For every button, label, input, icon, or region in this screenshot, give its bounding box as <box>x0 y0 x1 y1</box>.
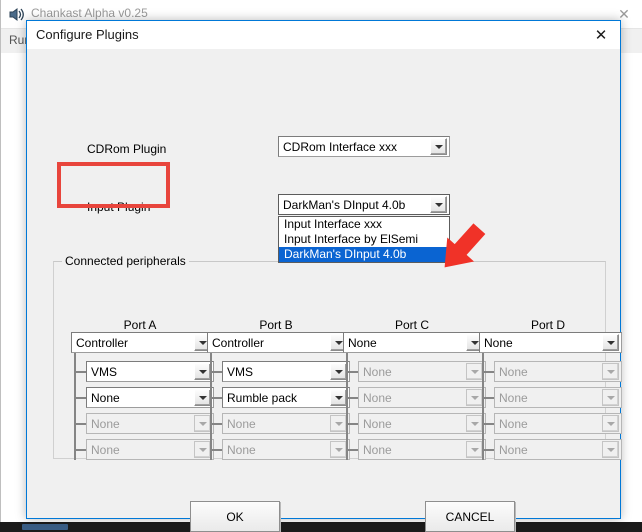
port-c-device-combo[interactable]: None <box>343 332 486 353</box>
chevron-down-icon[interactable] <box>194 389 211 406</box>
port-d-device-combo[interactable]: None <box>479 332 622 353</box>
chevron-down-icon[interactable] <box>430 138 447 155</box>
background-window-title: Chankast Alpha v0.25 <box>31 6 148 20</box>
port-d-slot-1-value: None <box>499 364 528 379</box>
chevron-down-icon[interactable] <box>602 334 619 351</box>
port-b-device-value: Controller <box>212 335 265 350</box>
port-c-slot-4-combo: None <box>358 439 486 460</box>
port-d-device-value: None <box>484 335 513 350</box>
port-a-slot-3-value: None <box>91 416 120 431</box>
port-b-slot-4-value: None <box>227 442 256 457</box>
chevron-down-icon <box>194 415 211 432</box>
port-d-slot-3-combo: None <box>494 413 622 434</box>
chevron-down-icon <box>330 441 347 458</box>
dialog-body: CDRom Plugin CDRom Interface xxx Input P… <box>27 50 622 532</box>
port-b-slot-2-combo[interactable]: Rumble pack <box>222 387 350 408</box>
taskbar-item[interactable] <box>22 524 68 530</box>
port-c-slot-3-combo: None <box>358 413 486 434</box>
connected-peripherals-legend: Connected peripherals <box>62 254 189 268</box>
chevron-down-icon <box>602 415 619 432</box>
port-a-slot-4-value: None <box>91 442 120 457</box>
port-d-label: Port D <box>530 318 565 332</box>
cdrom-plugin-combo[interactable]: CDRom Interface xxx <box>278 136 450 157</box>
chevron-down-icon <box>330 415 347 432</box>
input-plugin-value: DarkMan's DInput 4.0b <box>283 197 406 212</box>
port-c-label: Port C <box>394 318 429 332</box>
port-c-tree-trunk <box>346 353 348 460</box>
port-b-tree-trunk <box>210 353 212 460</box>
screenshot-root: Chankast Alpha v0.25 ✕ Run Configure Plu… <box>0 0 642 532</box>
port-a-slot-4-combo: None <box>86 439 214 460</box>
chevron-down-icon[interactable] <box>194 363 211 380</box>
port-b-slot-1-value: VMS <box>227 364 254 379</box>
dialog-title: Configure Plugins <box>36 27 139 42</box>
chevron-down-icon[interactable] <box>330 389 347 406</box>
port-d-slot-4-combo: None <box>494 439 622 460</box>
port-b-slot-3-value: None <box>227 416 256 431</box>
port-d-slot-2-combo: None <box>494 387 622 408</box>
cdrom-plugin-label: CDRom Plugin <box>87 142 167 156</box>
port-a-slot-2-value: None <box>91 390 120 405</box>
ok-button[interactable]: OK <box>190 501 280 532</box>
input-plugin-combo[interactable]: DarkMan's DInput 4.0b <box>278 194 450 215</box>
port-d-tree-trunk <box>482 353 484 460</box>
port-c-slot-2-combo: None <box>358 387 486 408</box>
cancel-button[interactable]: CANCEL <box>425 501 515 532</box>
port-c-slot-1-value: None <box>363 364 392 379</box>
port-c-slot-3-value: None <box>363 416 392 431</box>
port-a-slot-2-combo[interactable]: None <box>86 387 214 408</box>
chevron-down-icon <box>466 441 483 458</box>
speaker-icon <box>8 6 25 23</box>
port-c-slot-1-combo: None <box>358 361 486 382</box>
chevron-down-icon[interactable] <box>430 196 447 213</box>
chevron-down-icon <box>466 415 483 432</box>
chevron-down-icon <box>194 441 211 458</box>
annotation-highlight-rect <box>57 162 170 208</box>
cdrom-plugin-value: CDRom Interface xxx <box>283 139 398 154</box>
taskbar-strip <box>0 522 642 532</box>
port-a-slot-1-value: VMS <box>91 364 118 379</box>
dialog-close-icon[interactable]: ✕ <box>582 21 620 49</box>
chevron-down-icon <box>466 363 483 380</box>
port-a-slot-1-combo[interactable]: VMS <box>86 361 214 382</box>
port-b-slot-3-combo: None <box>222 413 350 434</box>
port-b-slot-1-combo[interactable]: VMS <box>222 361 350 382</box>
port-c-device-value: None <box>348 335 377 350</box>
port-c-slot-4-value: None <box>363 442 392 457</box>
port-a-slot-3-combo: None <box>86 413 214 434</box>
chevron-down-icon <box>602 441 619 458</box>
port-b-slot-4-combo: None <box>222 439 350 460</box>
chevron-down-icon[interactable] <box>330 363 347 380</box>
port-a-tree-trunk <box>74 353 76 460</box>
port-b-device-combo[interactable]: Controller <box>207 332 350 353</box>
configure-plugins-dialog: Configure Plugins ✕ CDRom Plugin CDRom I… <box>26 20 622 532</box>
port-a-label: Port A <box>123 318 157 332</box>
port-b-label: Port B <box>259 318 293 332</box>
port-b-slot-2-value: Rumble pack <box>227 390 298 405</box>
port-a-device-value: Controller <box>76 335 129 350</box>
chevron-down-icon <box>602 363 619 380</box>
port-c-slot-2-value: None <box>363 390 392 405</box>
port-d-slot-2-value: None <box>499 390 528 405</box>
port-a-device-combo[interactable]: Controller <box>71 332 214 353</box>
port-d-slot-1-combo: None <box>494 361 622 382</box>
port-d-slot-4-value: None <box>499 442 528 457</box>
chevron-down-icon <box>466 389 483 406</box>
dialog-titlebar: Configure Plugins ✕ <box>27 21 620 50</box>
port-d-slot-3-value: None <box>499 416 528 431</box>
chevron-down-icon <box>602 389 619 406</box>
annotation-arrow-icon <box>414 218 510 283</box>
